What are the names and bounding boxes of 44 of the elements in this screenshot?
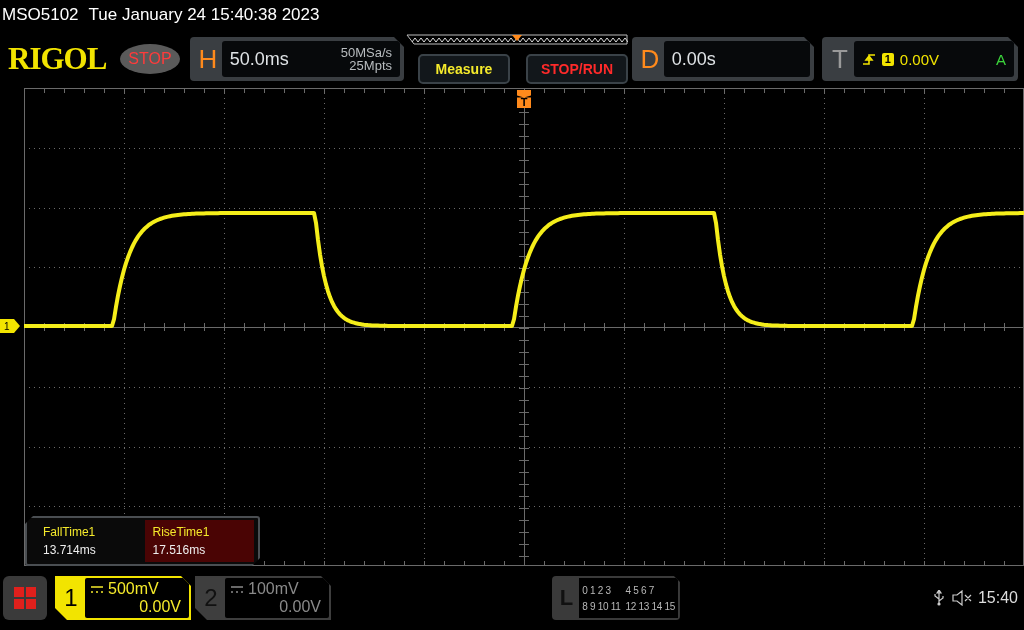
trigger-panel[interactable]: T 1 0.00V A [822, 37, 1018, 81]
logic-channel-numbers: 8 9 10 11 [582, 600, 621, 612]
dc-coupling-icon [231, 585, 243, 593]
channel-number: 1 [63, 583, 79, 613]
measurement-name: RiseTime1 [152, 525, 211, 539]
brand-logo: RIGOL [8, 41, 108, 77]
channel-scale: 500mV [108, 580, 159, 598]
measurement-value: 13.714ms [43, 543, 97, 557]
measurement-cell[interactable]: FallTime1 13.714ms [35, 520, 145, 562]
channel-scale: 100mV [248, 580, 299, 598]
trigger-source-badge: 1 [881, 52, 894, 66]
usb-icon [933, 590, 944, 606]
measure-button[interactable]: Measure [418, 54, 510, 84]
horizontal-panel[interactable]: H 50.0ms 50MSa/s 25Mpts [190, 37, 404, 81]
channel-offset: 0.00V [278, 598, 321, 616]
trigger-mode: A [996, 50, 1006, 68]
logic-channel-numbers: 4 5 6 7 [625, 584, 655, 596]
sample-rate: 50MSa/s [340, 46, 392, 59]
measurement-cell[interactable]: RiseTime1 17.516ms [144, 520, 254, 562]
logic-channel-numbers: 12 13 14 15 [625, 600, 675, 612]
mute-icon [951, 590, 972, 606]
measurement-name: FallTime1 [43, 525, 97, 539]
measurement-value: 17.516ms [152, 543, 207, 557]
grid-icon [14, 587, 36, 609]
date-time: Tue January 24 15:40:38 2023 [88, 5, 320, 25]
rising-edge-icon [861, 52, 876, 66]
model-name: MSO5102 [2, 5, 79, 25]
trigger-label: T [830, 43, 849, 75]
channel-offset: 0.00V [138, 598, 181, 616]
dc-coupling-icon [91, 585, 103, 593]
trigger-position-marker[interactable]: T [517, 90, 531, 108]
timebase-value: 50.0ms [229, 48, 289, 70]
horizontal-label: H [197, 43, 219, 75]
clock-time: 15:40 [977, 589, 1018, 607]
delay-panel[interactable]: D 0.00s [632, 37, 814, 81]
stop-run-button[interactable]: STOP/RUN [526, 54, 628, 84]
memory-depth: 25Mpts [348, 59, 392, 72]
channel-panel[interactable]: 1 500mV 0.00V [55, 576, 191, 620]
delay-value: 0.00s [671, 48, 716, 70]
channel-marker[interactable]: 1 [0, 319, 20, 333]
logic-channel-numbers: 0 1 2 3 [582, 584, 612, 596]
menu-button[interactable] [3, 576, 47, 620]
delay-label: D [639, 43, 661, 75]
trigger-level: 0.00V [899, 50, 939, 68]
